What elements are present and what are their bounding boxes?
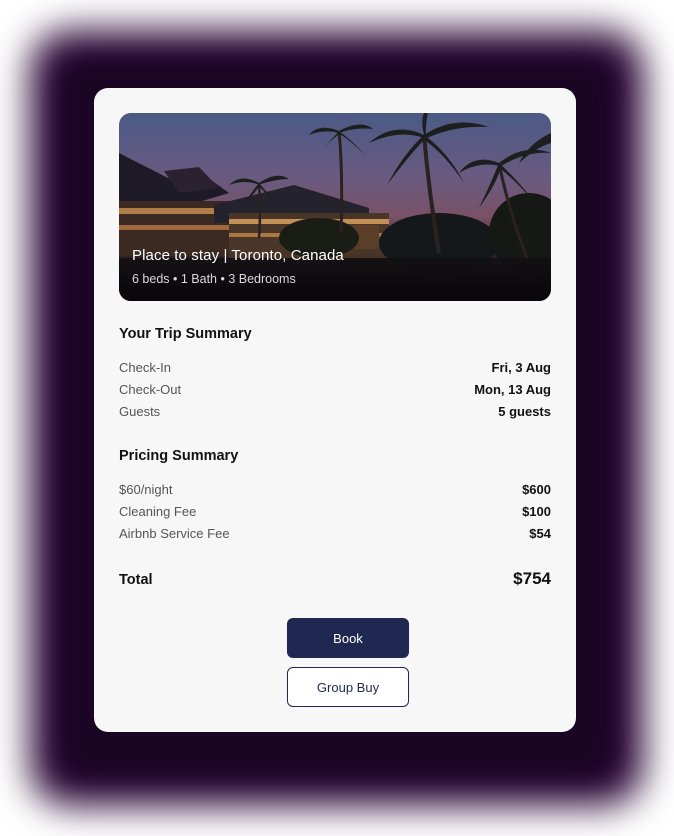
guests-label: Guests — [119, 404, 161, 419]
check-out-value: Mon, 13 Aug — [474, 382, 551, 397]
check-out-label: Check-Out — [119, 382, 182, 397]
service-fee-row: Airbnb Service Fee $54 — [119, 526, 551, 544]
page-backdrop: Place to stay | Toronto, Canada 6 beds •… — [0, 0, 674, 836]
trip-summary-heading: Your Trip Summary — [119, 326, 252, 342]
cleaning-fee-row: Cleaning Fee $100 — [119, 504, 551, 522]
service-fee-value: $54 — [529, 526, 551, 541]
group-buy-button[interactable]: Group Buy — [287, 667, 409, 707]
guests-value: 5 guests — [498, 404, 551, 419]
cleaning-fee-label: Cleaning Fee — [119, 504, 197, 519]
book-button[interactable]: Book — [287, 618, 409, 658]
check-in-row: Check-In Fri, 3 Aug — [119, 360, 551, 378]
total-label: Total — [119, 572, 153, 588]
nightly-rate-label: $60/night — [119, 482, 173, 497]
nightly-rate-value: $600 — [522, 482, 551, 497]
pricing-summary-heading: Pricing Summary — [119, 448, 239, 464]
check-out-row: Check-Out Mon, 13 Aug — [119, 382, 551, 400]
listing-photo[interactable]: Place to stay | Toronto, Canada 6 beds •… — [119, 113, 551, 301]
guests-row: Guests 5 guests — [119, 404, 551, 422]
cleaning-fee-value: $100 — [522, 504, 551, 519]
listing-details: 6 beds • 1 Bath • 3 Bedrooms — [132, 272, 296, 286]
listing-title: Place to stay | Toronto, Canada — [132, 247, 344, 264]
check-in-value: Fri, 3 Aug — [491, 360, 551, 375]
check-in-label: Check-In — [119, 360, 172, 375]
total-value: $754 — [513, 569, 551, 588]
nightly-rate-row: $60/night $600 — [119, 482, 551, 500]
service-fee-label: Airbnb Service Fee — [119, 526, 230, 541]
booking-card: Place to stay | Toronto, Canada 6 beds •… — [94, 88, 576, 732]
